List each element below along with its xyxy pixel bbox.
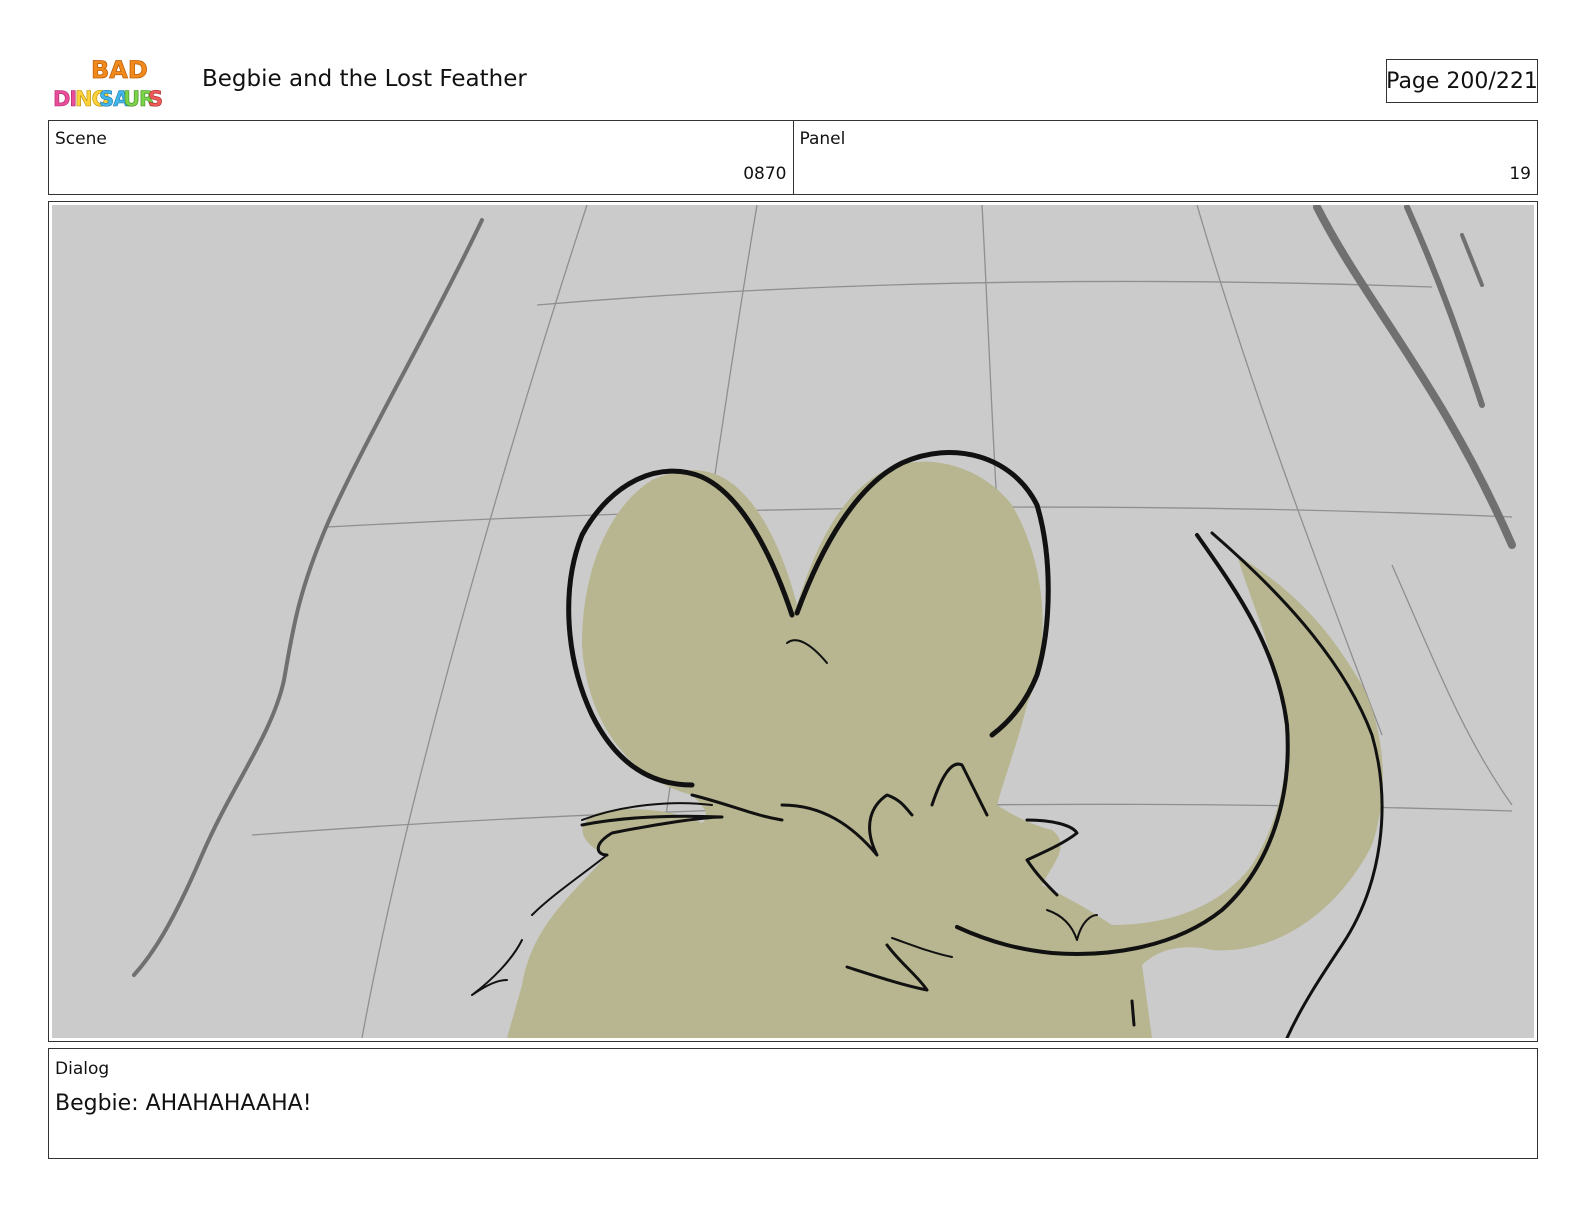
document-title: Begbie and the Lost Feather: [202, 66, 527, 92]
dialog-label: Dialog: [55, 1059, 110, 1079]
dialog-text: Begbie: AHAHAHAAHA!: [55, 1091, 312, 1116]
svg-text:DI: DI: [53, 87, 76, 111]
scene-label: Scene: [55, 129, 107, 149]
scene-value: 0870: [743, 164, 787, 184]
svg-text:BAD: BAD: [91, 56, 148, 84]
panel-value: 19: [1509, 164, 1531, 184]
panel-label: Panel: [799, 129, 846, 149]
scene-panel-info: Scene 0870 Panel 19: [48, 120, 1538, 195]
dialog-section: Dialog Begbie: AHAHAHAAHA!: [48, 1048, 1538, 1159]
scene-cell: Scene 0870: [49, 121, 793, 194]
page-indicator: Page 200/221: [1386, 59, 1538, 103]
storyboard-panel: [48, 201, 1538, 1042]
panel-cell: Panel 19: [792, 121, 1538, 194]
svg-text:S: S: [148, 87, 162, 111]
storyboard-drawing: [52, 205, 1534, 1038]
bad-dinosaurs-logo: BAD DI NO SA UR S: [53, 56, 163, 112]
